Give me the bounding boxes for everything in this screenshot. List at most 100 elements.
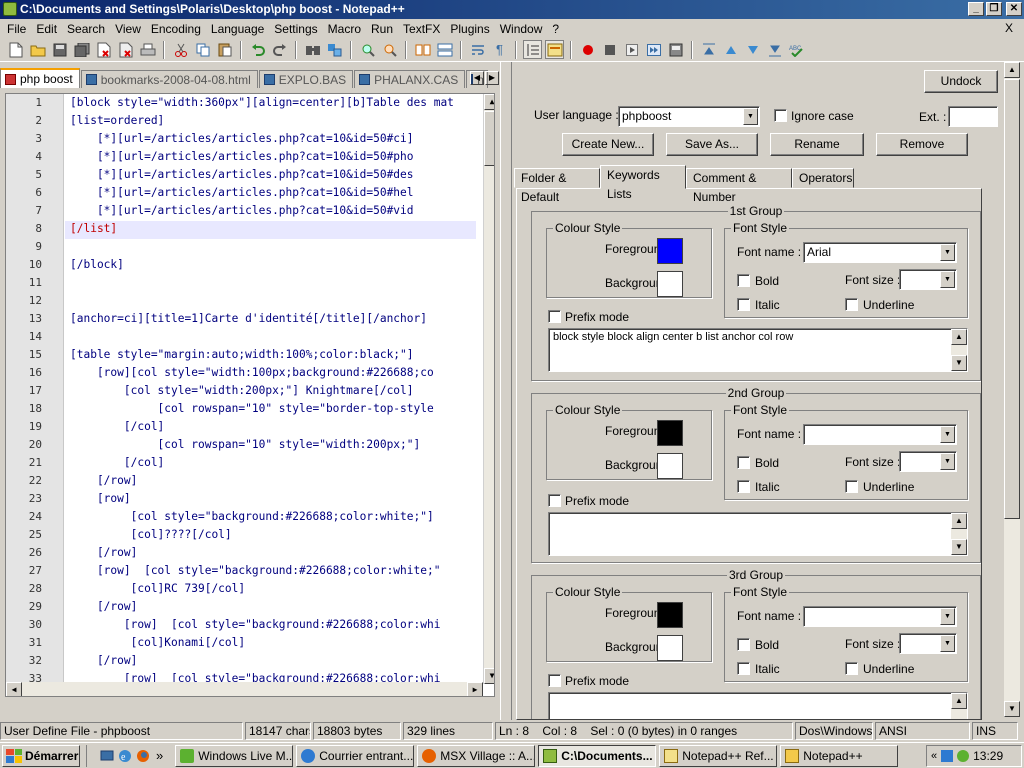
chevron-down-icon[interactable]: ▼ [940, 635, 955, 652]
prefix-mode-checkbox[interactable] [548, 674, 561, 687]
triangle-down-icon[interactable] [743, 40, 762, 59]
scroll-up-button[interactable]: ▲ [951, 693, 967, 709]
bold-checkbox[interactable] [737, 456, 750, 469]
editor-vertical-scrollbar[interactable]: ▲ ▼ [483, 94, 494, 684]
close-all-icon[interactable] [116, 40, 135, 59]
redo-icon[interactable] [270, 40, 289, 59]
foreground-color-swatch[interactable] [657, 238, 683, 264]
menu-textfx[interactable]: TextFX [398, 22, 445, 36]
undock-button[interactable]: Undock [924, 70, 998, 93]
collapse-all-icon[interactable] [699, 40, 718, 59]
menu-encoding[interactable]: Encoding [146, 22, 206, 36]
maximize-button[interactable]: ❐ [986, 2, 1002, 16]
font-size-select[interactable]: ▼ [899, 633, 957, 654]
macro-stop-icon[interactable] [600, 40, 619, 59]
menu-plugins[interactable]: Plugins [445, 22, 494, 36]
scroll-right-button[interactable]: ▶ [467, 682, 483, 696]
keywords-scrollbar[interactable]: ▲ ▼ [951, 329, 967, 371]
rename-button[interactable]: Rename [770, 133, 864, 156]
remove-button[interactable]: Remove [876, 133, 968, 156]
copy-icon[interactable] [193, 40, 212, 59]
editor-horizontal-scrollbar[interactable]: ◀ ▶ [6, 682, 483, 696]
file-tab-phalanx[interactable]: PHALANX.CAS [354, 70, 466, 88]
print-icon[interactable] [138, 40, 157, 59]
chevron-down-icon[interactable]: ▼ [940, 608, 955, 625]
menu-window[interactable]: Window [495, 22, 548, 36]
word-wrap-icon[interactable] [468, 40, 487, 59]
font-size-select[interactable]: ▼ [899, 451, 957, 472]
bold-checkbox[interactable] [737, 638, 750, 651]
close-file-icon[interactable] [94, 40, 113, 59]
scroll-down-button[interactable]: ▼ [951, 355, 967, 371]
macro-save-icon[interactable] [666, 40, 685, 59]
show-desktop-icon[interactable] [98, 747, 116, 765]
open-file-icon[interactable] [28, 40, 47, 59]
file-tab-php-boost[interactable]: php boost [0, 68, 80, 88]
scroll-down-button[interactable]: ▼ [951, 539, 967, 555]
close-document-button[interactable]: X [1000, 21, 1018, 35]
background-color-swatch[interactable] [657, 453, 683, 479]
user-language-select[interactable]: phpboost ▼ [618, 106, 760, 127]
scroll-down-button[interactable]: ▼ [484, 668, 494, 684]
font-size-select[interactable]: ▼ [899, 269, 957, 290]
scroll-left-button[interactable]: ◀ [6, 682, 22, 696]
minimize-button[interactable]: _ [968, 2, 984, 16]
macro-play-icon[interactable] [622, 40, 641, 59]
file-tab-bookmarks[interactable]: bookmarks-2008-04-08.html [80, 70, 258, 88]
find-icon[interactable] [303, 40, 322, 59]
italic-checkbox[interactable] [737, 298, 750, 311]
user-defined-dialog-icon[interactable] [545, 40, 564, 59]
keywords-textarea[interactable]: ▲ ▼ [548, 512, 968, 556]
menu-language[interactable]: Language [206, 22, 269, 36]
start-button[interactable]: Démarrer [2, 744, 80, 767]
italic-checkbox[interactable] [737, 480, 750, 493]
macro-record-icon[interactable] [578, 40, 597, 59]
file-tab-explo[interactable]: EXPLO.BAS [258, 70, 354, 88]
save-icon[interactable] [50, 40, 69, 59]
new-file-icon[interactable] [6, 40, 25, 59]
code-editor[interactable]: 1 2 3 4 5 6 7 8 9 10 11 12 13 14 15 16 17 18 19 20 21 22 23 24 2… [5, 93, 495, 697]
underline-checkbox[interactable] [845, 480, 858, 493]
italic-checkbox[interactable] [737, 662, 750, 675]
tab-operators[interactable]: Operators [792, 168, 854, 188]
underline-checkbox[interactable] [845, 298, 858, 311]
tab-keywords-lists[interactable]: Keywords Lists [600, 165, 686, 201]
menu-edit[interactable]: Edit [31, 22, 62, 36]
scroll-down-button[interactable]: ▼ [1004, 701, 1020, 717]
paste-icon[interactable] [215, 40, 234, 59]
sync-vertical-icon[interactable] [413, 40, 432, 59]
taskbar-item-windows-live[interactable]: Windows Live M... [175, 744, 294, 767]
expand-all-icon[interactable] [765, 40, 784, 59]
panel-vertical-scrollbar[interactable]: ▲ ▼ [1004, 62, 1020, 717]
taskbar-item-notepadpp-ref[interactable]: Notepad++ Ref... [659, 744, 778, 767]
menu-run[interactable]: Run [366, 22, 398, 36]
close-button[interactable]: ✕ [1006, 2, 1022, 16]
menu-settings[interactable]: Settings [269, 22, 322, 36]
notepadpp-app-icon[interactable] [3, 2, 17, 16]
replace-icon[interactable] [325, 40, 344, 59]
spell-check-icon[interactable]: ABC [787, 40, 806, 59]
chevron-down-icon[interactable]: ▼ [743, 108, 758, 125]
font-name-select[interactable]: ▼ [803, 606, 957, 627]
foreground-color-swatch[interactable] [657, 602, 683, 628]
menu-view[interactable]: View [110, 22, 146, 36]
keywords-scrollbar[interactable]: ▲ ▼ [951, 513, 967, 555]
panel-splitter[interactable] [500, 62, 512, 720]
triangle-up-icon[interactable] [721, 40, 740, 59]
create-new-button[interactable]: Create New... [562, 133, 654, 156]
sync-horizontal-icon[interactable] [435, 40, 454, 59]
zoom-in-icon[interactable] [358, 40, 377, 59]
scroll-up-button[interactable]: ▲ [951, 513, 967, 529]
tab-scroll-right-button[interactable]: ▶ [485, 71, 499, 85]
foreground-color-swatch[interactable] [657, 420, 683, 446]
scroll-up-button[interactable]: ▲ [484, 94, 494, 110]
taskbar-item-msx-village[interactable]: MSX Village :: A... [417, 744, 536, 767]
tab-comment-number[interactable]: Comment & Number [686, 168, 792, 204]
menu-file[interactable]: File [2, 22, 31, 36]
scroll-up-button[interactable]: ▲ [951, 329, 967, 345]
taskbar-item-notepadpp-folder[interactable]: Notepad++ [780, 744, 899, 767]
tab-scroll-left-button[interactable]: ◀ [470, 71, 484, 85]
tab-folder-default[interactable]: Folder & Default [514, 168, 600, 204]
chevron-down-icon[interactable]: ▼ [940, 244, 955, 261]
prefix-mode-checkbox[interactable] [548, 310, 561, 323]
